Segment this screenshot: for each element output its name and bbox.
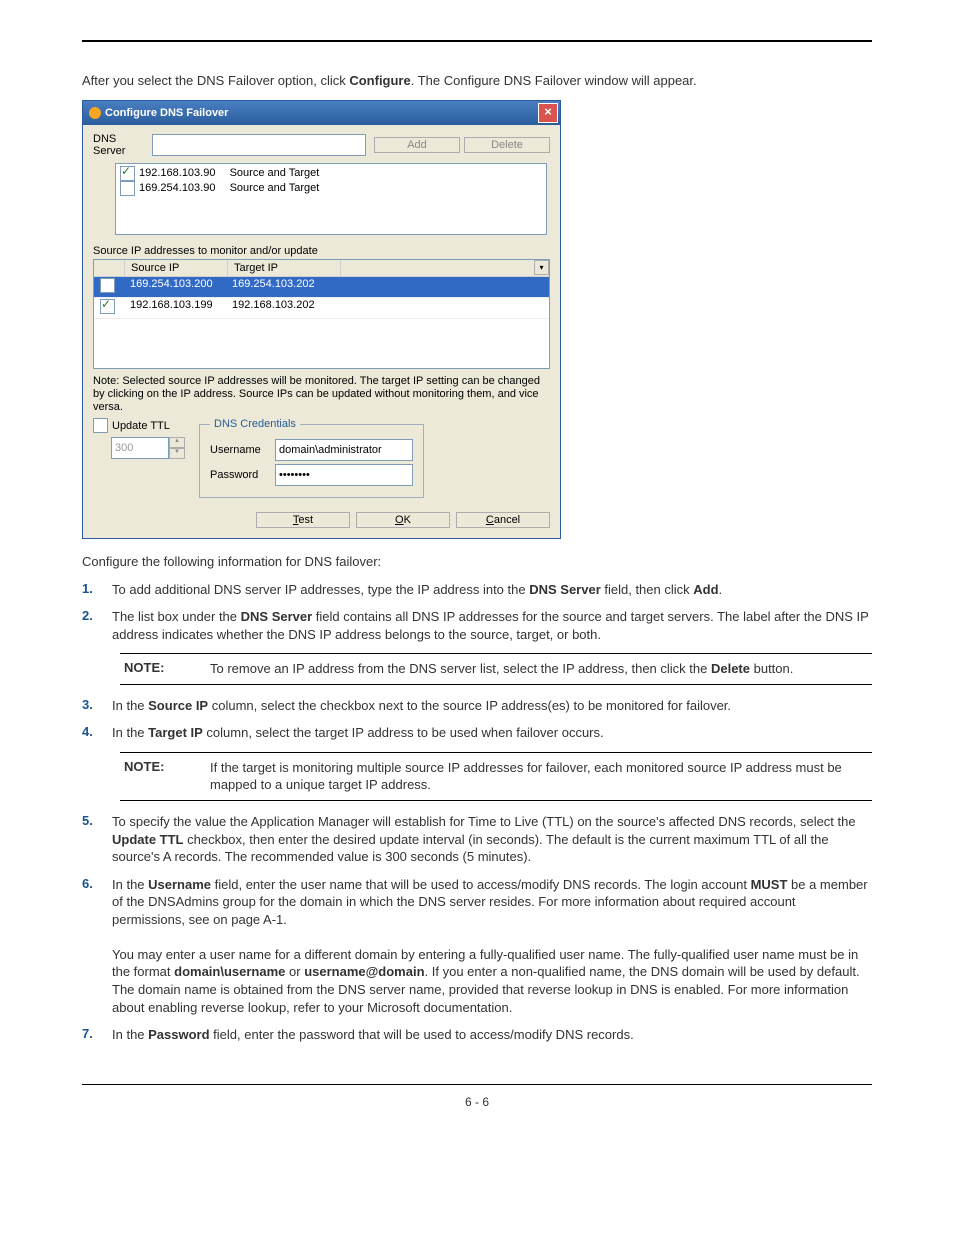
step-number: 4. bbox=[82, 724, 112, 739]
steps-list: 1. To add additional DNS server IP addre… bbox=[82, 581, 872, 644]
note-box: NOTE: If the target is monitoring multip… bbox=[120, 752, 872, 801]
dns-credentials-group: DNS Credentials Username Password bbox=[199, 418, 424, 498]
dialog-note-text: Note: Selected source IP addresses will … bbox=[93, 375, 550, 415]
steps-list-cont2: 5. To specify the value the Application … bbox=[82, 813, 872, 1044]
table-row[interactable]: 192.168.103.199 192.168.103.202 bbox=[94, 298, 549, 319]
update-ttl-checkbox[interactable] bbox=[93, 418, 108, 433]
source-ip-header: Source IP bbox=[125, 260, 228, 276]
password-label: Password bbox=[210, 469, 265, 481]
table-header: Source IP Target IP ▾ bbox=[94, 260, 549, 277]
intro-bold-1: Configure bbox=[349, 73, 410, 88]
dialog-title-icon bbox=[89, 107, 101, 119]
dns-server-label: DNS Server bbox=[93, 133, 148, 157]
intro-paragraph: After you select the DNS Failover option… bbox=[82, 72, 872, 90]
spinner-up-icon[interactable]: ▲ bbox=[169, 437, 185, 448]
spinner-down-icon[interactable]: ▼ bbox=[169, 448, 185, 459]
update-ttl-input[interactable] bbox=[111, 437, 169, 459]
close-icon[interactable]: × bbox=[538, 103, 558, 123]
checkbox[interactable] bbox=[120, 166, 135, 181]
update-ttl-label: Update TTL bbox=[112, 420, 170, 432]
target-ip-header: Target IP bbox=[228, 260, 341, 276]
checkbox[interactable] bbox=[100, 278, 115, 293]
configure-dns-failover-dialog: Configure DNS Failover × DNS Server Add … bbox=[82, 100, 561, 540]
dns-server-input[interactable] bbox=[152, 134, 366, 156]
step-number: 5. bbox=[82, 813, 112, 828]
note-box: NOTE: To remove an IP address from the D… bbox=[120, 653, 872, 685]
page-number: 6 - 6 bbox=[82, 1095, 872, 1109]
step-number: 3. bbox=[82, 697, 112, 712]
add-button[interactable]: Add bbox=[374, 137, 460, 153]
cancel-button[interactable]: Cancel bbox=[456, 512, 550, 528]
password-input[interactable] bbox=[275, 464, 413, 486]
step-number: 7. bbox=[82, 1026, 112, 1041]
intro-text-1: After you select the DNS Failover option… bbox=[82, 73, 349, 88]
note-label: NOTE: bbox=[124, 660, 210, 678]
intro-text-2: . The Configure DNS Failover window will… bbox=[411, 73, 697, 88]
dialog-titlebar: Configure DNS Failover × bbox=[83, 101, 560, 125]
username-input[interactable] bbox=[275, 439, 413, 461]
bottom-rule bbox=[82, 1084, 872, 1085]
dns-server-list[interactable]: 192.168.103.90 Source and Target 169.254… bbox=[115, 163, 547, 235]
checkbox[interactable] bbox=[120, 181, 135, 196]
configure-intro: Configure the following information for … bbox=[82, 553, 872, 571]
dialog-title: Configure DNS Failover bbox=[105, 107, 228, 119]
checkbox[interactable] bbox=[100, 299, 115, 314]
test-button[interactable]: Test bbox=[256, 512, 350, 528]
steps-list-cont: 3. In the Source IP column, select the c… bbox=[82, 697, 872, 742]
username-label: Username bbox=[210, 444, 265, 456]
top-rule bbox=[82, 40, 872, 42]
delete-button[interactable]: Delete bbox=[464, 137, 550, 153]
credentials-legend: DNS Credentials bbox=[210, 418, 300, 430]
list-item: 169.254.103.90 Source and Target bbox=[116, 181, 546, 196]
step-number: 6. bbox=[82, 876, 112, 891]
step-number: 1. bbox=[82, 581, 112, 596]
chevron-down-icon[interactable]: ▾ bbox=[534, 260, 549, 275]
note-label: NOTE: bbox=[124, 759, 210, 794]
table-row[interactable]: 169.254.103.200 169.254.103.202 bbox=[94, 277, 549, 298]
source-ip-section-label: Source IP addresses to monitor and/or up… bbox=[93, 245, 550, 257]
ip-mapping-table: Source IP Target IP ▾ 169.254.103.200 16… bbox=[93, 259, 550, 369]
list-item: 192.168.103.90 Source and Target bbox=[116, 166, 546, 181]
ok-button[interactable]: OK bbox=[356, 512, 450, 528]
step-number: 2. bbox=[82, 608, 112, 623]
